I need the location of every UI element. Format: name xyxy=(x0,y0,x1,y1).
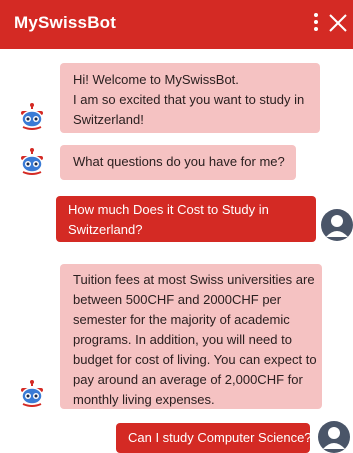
message-line: Switzerland! xyxy=(73,112,144,127)
message-line: Switzerland? xyxy=(68,222,143,237)
message-line: budget for cost of living. You can expec… xyxy=(73,352,317,367)
bot-message: Tuition fees at most Swiss universities … xyxy=(60,264,322,409)
message-line: programs. In addition, you will need to xyxy=(73,332,292,347)
message-line: How much Does it Cost to Study in xyxy=(68,202,269,217)
bot-message: Hi! Welcome to MySwissBot. I am so excit… xyxy=(60,63,320,133)
robot-icon xyxy=(18,148,46,176)
close-icon[interactable] xyxy=(327,10,349,36)
bot-message: What questions do you have for me? xyxy=(60,145,296,180)
user-message: Can I study Computer Science? xyxy=(116,423,312,453)
robot-icon xyxy=(18,103,46,131)
message-line: monthly living expenses. xyxy=(73,392,215,407)
more-vertical-icon[interactable] xyxy=(311,13,321,33)
user-avatar-icon xyxy=(321,209,353,241)
message-line: Can I study Computer Science? xyxy=(128,430,312,445)
message-line: Hi! Welcome to MySwissBot. xyxy=(73,72,239,87)
chat-header: MySwissBot xyxy=(0,0,353,49)
user-message: How much Does it Cost to Study in Switze… xyxy=(56,196,316,242)
message-line: between 500CHF and 2000CHF per xyxy=(73,292,282,307)
app-title: MySwissBot xyxy=(14,13,117,32)
user-avatar-icon xyxy=(318,421,350,453)
message-line: I am so excited that you want to study i… xyxy=(73,92,305,107)
message-line: What questions do you have for me? xyxy=(73,154,285,169)
message-line: Tuition fees at most Swiss universities … xyxy=(73,272,315,287)
robot-icon xyxy=(18,380,46,408)
message-line: semester for the majority of academic xyxy=(73,312,290,327)
message-line: pay around an average of 2,000CHF for xyxy=(73,372,303,387)
